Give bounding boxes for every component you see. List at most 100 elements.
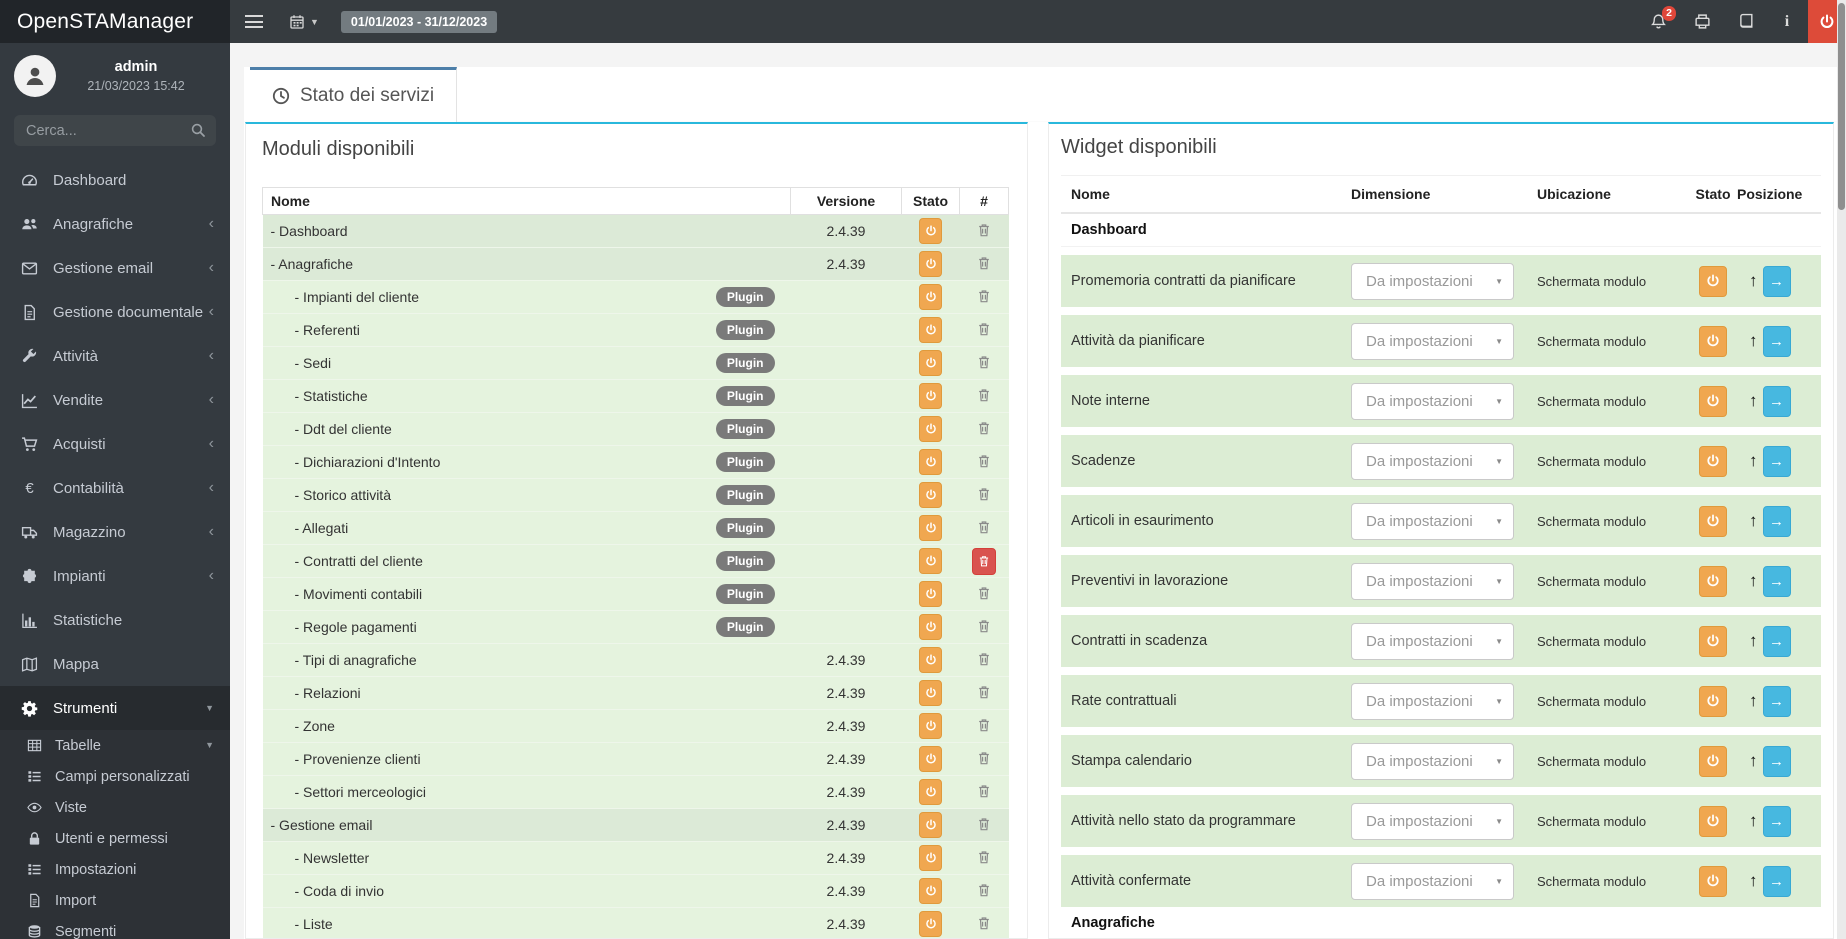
- move-widget-button[interactable]: →: [1762, 805, 1791, 837]
- move-widget-button[interactable]: →: [1762, 865, 1791, 897]
- delete-module-icon[interactable]: [977, 322, 991, 336]
- dimension-select[interactable]: Da impostazioni ▼: [1351, 802, 1514, 840]
- move-up-icon[interactable]: ↑: [1749, 511, 1758, 531]
- sidebar-subitem-utenti-e-permessi[interactable]: Utenti e permessi: [0, 823, 230, 854]
- scrollbar[interactable]: [1837, 0, 1846, 939]
- delete-module-icon[interactable]: [977, 916, 991, 930]
- move-up-icon[interactable]: ↑: [1749, 631, 1758, 651]
- sidebar-subitem-campi-personalizzati[interactable]: Campi personalizzati: [0, 761, 230, 792]
- sidebar-item-gestione-email[interactable]: Gestione email ‹: [0, 246, 230, 290]
- delete-module-icon[interactable]: [977, 421, 991, 435]
- sidebar-subitem-import[interactable]: Import: [0, 885, 230, 916]
- toggle-widget-button[interactable]: [1699, 505, 1727, 537]
- move-up-icon[interactable]: ↑: [1749, 331, 1758, 351]
- delete-module-icon[interactable]: [977, 586, 991, 600]
- dimension-select[interactable]: Da impostazioni ▼: [1351, 382, 1514, 420]
- dimension-select[interactable]: Da impostazioni ▼: [1351, 862, 1514, 900]
- dimension-select[interactable]: Da impostazioni ▼: [1351, 502, 1514, 540]
- toggle-module-button[interactable]: [919, 746, 942, 772]
- scrollbar-thumb[interactable]: [1838, 3, 1845, 210]
- delete-module-icon[interactable]: [977, 850, 991, 864]
- move-up-icon[interactable]: ↑: [1749, 751, 1758, 771]
- move-widget-button[interactable]: →: [1762, 325, 1791, 357]
- move-widget-button[interactable]: →: [1762, 265, 1791, 297]
- delete-module-icon[interactable]: [977, 454, 991, 468]
- sidebar-subitem-tabelle[interactable]: Tabelle ▼: [0, 730, 230, 761]
- toggle-widget-button[interactable]: [1699, 565, 1727, 597]
- toggle-module-button[interactable]: [919, 482, 942, 508]
- move-up-icon[interactable]: ↑: [1749, 691, 1758, 711]
- delete-module-icon[interactable]: [977, 289, 991, 303]
- toggle-widget-button[interactable]: [1699, 745, 1727, 777]
- toggle-module-button[interactable]: [919, 383, 942, 409]
- toggle-module-button[interactable]: [919, 515, 942, 541]
- dimension-select[interactable]: Da impostazioni ▼: [1351, 262, 1514, 300]
- move-up-icon[interactable]: ↑: [1749, 391, 1758, 411]
- dimension-select[interactable]: Da impostazioni ▼: [1351, 622, 1514, 660]
- toggle-module-button[interactable]: [919, 350, 942, 376]
- dimension-select[interactable]: Da impostazioni ▼: [1351, 562, 1514, 600]
- toggle-module-button[interactable]: [919, 845, 942, 871]
- sidebar-item-contabilit[interactable]: € Contabilità ‹: [0, 466, 230, 510]
- search-input[interactable]: [14, 115, 216, 146]
- sidebar-subitem-impostazioni[interactable]: Impostazioni: [0, 854, 230, 885]
- sidebar-item-anagrafiche[interactable]: Anagrafiche ‹: [0, 202, 230, 246]
- sidebar-item-strumenti[interactable]: Strumenti ▼: [0, 686, 230, 730]
- dimension-select[interactable]: Da impostazioni ▼: [1351, 742, 1514, 780]
- move-up-icon[interactable]: ↑: [1749, 871, 1758, 891]
- toggle-module-button[interactable]: [919, 218, 942, 244]
- toggle-module-button[interactable]: [919, 581, 942, 607]
- print-button[interactable]: [1694, 13, 1711, 30]
- docs-button[interactable]: [1738, 13, 1755, 30]
- delete-module-icon[interactable]: [977, 784, 991, 798]
- date-range-badge[interactable]: 01/01/2023 - 31/12/2023: [340, 10, 498, 33]
- move-up-icon[interactable]: ↑: [1749, 271, 1758, 291]
- dimension-select[interactable]: Da impostazioni ▼: [1351, 682, 1514, 720]
- toggle-module-button[interactable]: [919, 614, 942, 640]
- toggle-module-button[interactable]: [919, 416, 942, 442]
- sidebar-item-vendite[interactable]: Vendite ‹: [0, 378, 230, 422]
- delete-module-icon[interactable]: [977, 388, 991, 402]
- toggle-module-button[interactable]: [919, 713, 942, 739]
- toggle-module-button[interactable]: [919, 779, 942, 805]
- move-widget-button[interactable]: →: [1762, 445, 1791, 477]
- toggle-widget-button[interactable]: [1699, 385, 1727, 417]
- move-widget-button[interactable]: →: [1762, 685, 1791, 717]
- info-button[interactable]: i: [1782, 13, 1792, 31]
- sidebar-subitem-viste[interactable]: Viste: [0, 792, 230, 823]
- toggle-widget-button[interactable]: [1699, 625, 1727, 657]
- toggle-widget-button[interactable]: [1699, 325, 1727, 357]
- toggle-widget-button[interactable]: [1699, 445, 1727, 477]
- toggle-widget-button[interactable]: [1699, 685, 1727, 717]
- toggle-module-button[interactable]: [919, 878, 942, 904]
- delete-module-icon[interactable]: [977, 355, 991, 369]
- delete-module-icon[interactable]: [977, 256, 991, 270]
- toggle-widget-button[interactable]: [1699, 265, 1727, 297]
- toggle-module-button[interactable]: [919, 449, 942, 475]
- sidebar-subitem-segmenti[interactable]: Segmenti: [0, 916, 230, 939]
- dimension-select[interactable]: Da impostazioni ▼: [1351, 322, 1514, 360]
- delete-module-icon[interactable]: [977, 652, 991, 666]
- dimension-select[interactable]: Da impostazioni ▼: [1351, 442, 1514, 480]
- sidebar-item-magazzino[interactable]: Magazzino ‹: [0, 510, 230, 554]
- sidebar-item-statistiche[interactable]: Statistiche: [0, 598, 230, 642]
- delete-module-icon[interactable]: [977, 718, 991, 732]
- sidebar-item-mappa[interactable]: Mappa: [0, 642, 230, 686]
- move-up-icon[interactable]: ↑: [1749, 811, 1758, 831]
- toggle-widget-button[interactable]: [1699, 805, 1727, 837]
- move-widget-button[interactable]: →: [1762, 505, 1791, 537]
- delete-module-icon[interactable]: [977, 223, 991, 237]
- delete-module-icon[interactable]: [977, 883, 991, 897]
- toggle-module-button[interactable]: [919, 284, 942, 310]
- sidebar-item-attivit[interactable]: Attività ‹: [0, 334, 230, 378]
- notifications-button[interactable]: 2: [1650, 6, 1676, 30]
- sidebar-item-gestione-documentale[interactable]: Gestione documentale ‹: [0, 290, 230, 334]
- move-widget-button[interactable]: →: [1762, 565, 1791, 597]
- toggle-widget-button[interactable]: [1699, 865, 1727, 897]
- calendar-dropdown[interactable]: ▼: [289, 14, 319, 30]
- move-up-icon[interactable]: ↑: [1749, 571, 1758, 591]
- sidebar-item-dashboard[interactable]: Dashboard: [0, 158, 230, 202]
- delete-module-icon[interactable]: [977, 619, 991, 633]
- delete-module-icon[interactable]: [977, 487, 991, 501]
- toggle-module-button[interactable]: [919, 680, 942, 706]
